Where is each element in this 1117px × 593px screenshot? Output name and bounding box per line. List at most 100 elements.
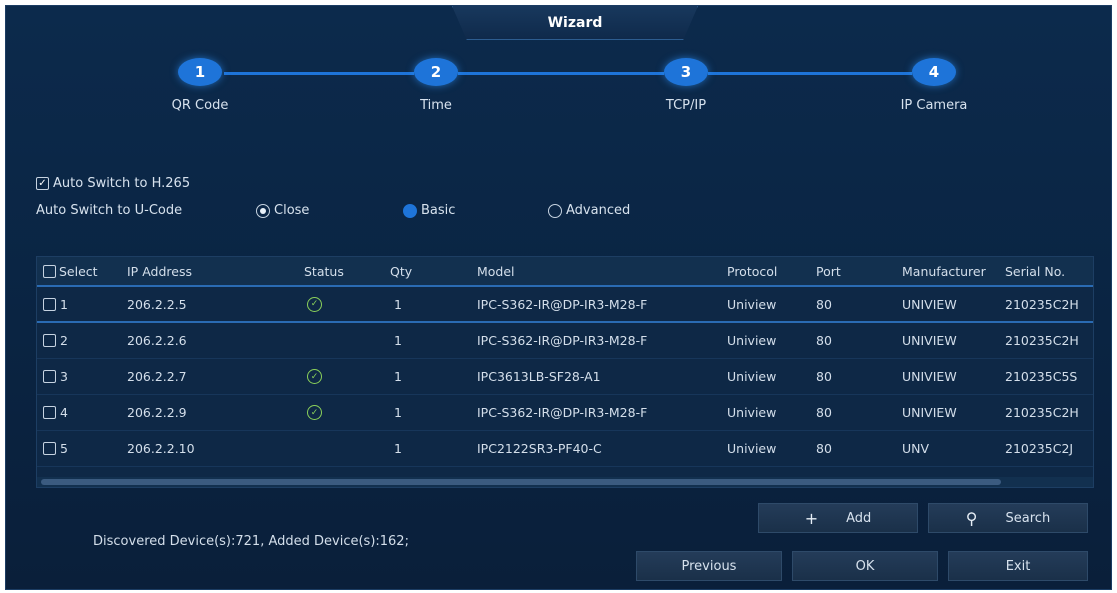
header-status[interactable]: Status [304, 257, 344, 285]
cell-qty: 1 [394, 296, 402, 312]
cell-status: ✓ [307, 287, 322, 321]
step-2-circle[interactable]: 2 [414, 58, 458, 86]
row-index: 1 [60, 296, 68, 312]
checkbox-icon [43, 370, 56, 383]
ucode-radio-basic[interactable]: Basic [403, 203, 455, 218]
check-circle-icon: ✓ [307, 296, 322, 312]
cell-serial: 210235C2H [1005, 405, 1079, 420]
table-row[interactable]: 5 206.2.2.10 1 IPC2122SR3-PF40-C Uniview… [37, 431, 1093, 467]
ucode-radio-close[interactable]: Close [256, 203, 309, 218]
header-serial-no[interactable]: Serial No. [1005, 257, 1065, 285]
cell-serial: 210235C5S [1005, 369, 1078, 384]
cell-manufacturer: UNIVIEW [902, 369, 957, 384]
checkbox-icon [43, 334, 56, 347]
wizard-window: Wizard 1 2 3 4 QR Code Time TCP/IP IP Ca… [5, 5, 1112, 590]
cell-ip: 206.2.2.6 [127, 333, 187, 348]
cell-port: 80 [816, 369, 832, 384]
checkbox-icon [43, 406, 56, 419]
window-title: Wizard [452, 6, 698, 40]
header-port[interactable]: Port [816, 257, 841, 285]
cell-qty: 1 [394, 333, 402, 348]
cell-model: IPC-S362-IR@DP-IR3-M28-F [477, 405, 648, 420]
cell-serial: 210235C2J [1005, 441, 1074, 456]
previous-button[interactable]: Previous [636, 551, 782, 581]
table-row[interactable]: 3 206.2.2.7 ✓ 1 IPC3613LB-SF28-A1 Univie… [37, 359, 1093, 395]
auto-switch-ucode-label: Auto Switch to U-Code [36, 203, 182, 218]
cell-protocol: Uniview [727, 369, 777, 384]
step-3-label: TCP/IP [665, 98, 707, 113]
cell-model: IPC-S362-IR@DP-IR3-M28-F [477, 296, 648, 312]
ucode-advanced-label: Advanced [566, 203, 631, 218]
step-1-circle[interactable]: 1 [178, 58, 222, 86]
search-button-label: Search [1005, 510, 1051, 526]
radio-icon [548, 203, 562, 218]
cell-model: IPC2122SR3-PF40-C [477, 441, 602, 456]
row-checkbox[interactable]: 1 [43, 287, 68, 321]
add-button[interactable]: + Add [758, 503, 918, 533]
cell-manufacturer: UNIVIEW [902, 296, 957, 312]
search-button[interactable]: ⚲ Search [928, 503, 1088, 533]
cell-ip: 206.2.2.7 [127, 369, 187, 384]
ok-button[interactable]: OK [792, 551, 938, 581]
row-checkbox[interactable]: 2 [43, 323, 68, 358]
cell-protocol: Uniview [727, 333, 777, 348]
exit-button[interactable]: Exit [948, 551, 1088, 581]
checkbox-icon [43, 264, 56, 278]
title-bar: Wizard [6, 6, 1111, 42]
auto-switch-h265-checkbox[interactable]: ✓ Auto Switch to H.265 [36, 176, 190, 191]
plus-icon: + [804, 508, 819, 528]
cell-protocol: Uniview [727, 441, 777, 456]
cell-status: ✓ [307, 359, 322, 394]
row-checkbox[interactable]: 4 [43, 395, 68, 430]
table-row[interactable]: 4 206.2.2.9 ✓ 1 IPC-S362-IR@DP-IR3-M28-F… [37, 395, 1093, 431]
search-icon: ⚲ [965, 508, 978, 528]
scrollbar-thumb[interactable] [41, 479, 1001, 485]
step-3-circle[interactable]: 3 [664, 58, 708, 86]
step-4-circle[interactable]: 4 [912, 58, 956, 86]
radio-icon [403, 203, 417, 218]
cell-model: IPC3613LB-SF28-A1 [477, 369, 601, 384]
table-horizontal-scrollbar[interactable] [37, 477, 1093, 487]
table-row[interactable]: 1 206.2.2.5 ✓ 1 IPC-S362-IR@DP-IR3-M28-F… [37, 287, 1093, 323]
step-connector [224, 72, 414, 75]
cell-ip: 206.2.2.9 [127, 405, 187, 420]
cell-port: 80 [816, 333, 832, 348]
step-2-label: Time [420, 98, 452, 113]
row-index: 2 [60, 333, 68, 348]
auto-switch-h265-label: Auto Switch to H.265 [53, 176, 191, 191]
cell-ip: 206.2.2.5 [127, 296, 187, 312]
row-index: 4 [60, 405, 68, 420]
select-all-checkbox[interactable]: Select [43, 257, 98, 285]
step-connector [458, 72, 664, 75]
check-circle-icon: ✓ [307, 369, 322, 384]
row-index: 5 [60, 441, 68, 456]
header-select: Select [59, 263, 98, 279]
cell-serial: 210235C2H [1005, 333, 1079, 348]
cell-port: 80 [816, 296, 832, 312]
add-button-label: Add [846, 510, 872, 526]
header-qty[interactable]: Qty [390, 257, 412, 285]
checkbox-checked-icon: ✓ [36, 177, 49, 190]
checkbox-icon [43, 442, 56, 455]
ucode-radio-advanced[interactable]: Advanced [548, 203, 630, 218]
header-ip-address[interactable]: IP Address [127, 257, 192, 285]
cell-manufacturer: UNIVIEW [902, 333, 957, 348]
cell-model: IPC-S362-IR@DP-IR3-M28-F [477, 333, 648, 348]
cell-qty: 1 [394, 405, 402, 420]
cell-protocol: Uniview [727, 405, 777, 420]
ucode-close-label: Close [274, 203, 310, 218]
header-manufacturer[interactable]: Manufacturer [902, 257, 986, 285]
row-checkbox[interactable]: 5 [43, 431, 68, 466]
cell-qty: 1 [394, 369, 402, 384]
cell-qty: 1 [394, 441, 402, 456]
cell-port: 80 [816, 441, 832, 456]
header-protocol[interactable]: Protocol [727, 257, 777, 285]
table-row[interactable]: 2 206.2.2.6 1 IPC-S362-IR@DP-IR3-M28-F U… [37, 323, 1093, 359]
step-4-label: IP Camera [900, 98, 968, 113]
header-model[interactable]: Model [477, 257, 515, 285]
wizard-stepper: 1 2 3 4 QR Code Time TCP/IP IP Camera [6, 58, 1111, 128]
cell-protocol: Uniview [727, 296, 777, 312]
ucode-basic-label: Basic [421, 203, 456, 218]
ucode-label: Auto Switch to U-Code [36, 203, 183, 218]
row-checkbox[interactable]: 3 [43, 359, 68, 394]
